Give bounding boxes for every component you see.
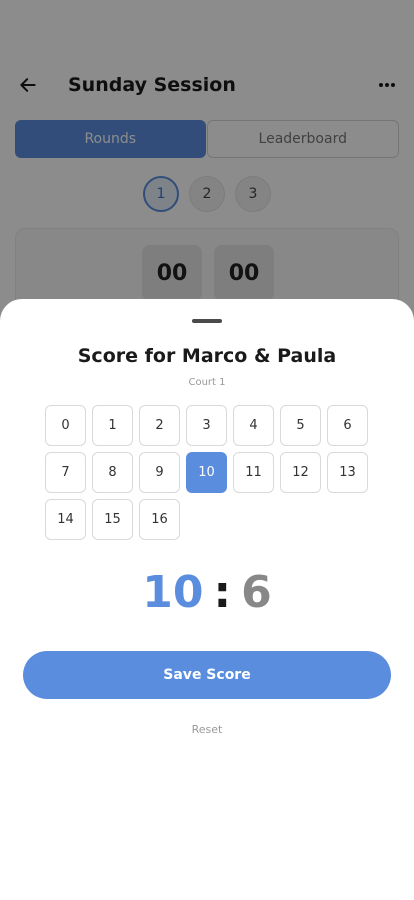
sheet-title: Score for Marco & Paula	[77, 345, 337, 367]
score-option-12[interactable]: 12	[280, 452, 321, 493]
score-option-7[interactable]: 7	[45, 452, 86, 493]
score-option-6[interactable]: 6	[327, 405, 368, 446]
reset-button[interactable]: Reset	[0, 723, 414, 736]
score-number-grid: 0 1 2 3 4 5 6 7 8 9 10 11 12 13 14 15 16	[45, 405, 371, 540]
score-option-9[interactable]: 9	[139, 452, 180, 493]
score-option-8[interactable]: 8	[92, 452, 133, 493]
score-option-0[interactable]: 0	[45, 405, 86, 446]
score-option-4[interactable]: 4	[233, 405, 274, 446]
score-option-10[interactable]: 10	[186, 452, 227, 493]
score-team-b: 6	[241, 567, 272, 618]
score-option-15[interactable]: 15	[92, 499, 133, 540]
score-separator: :	[213, 567, 232, 618]
score-option-5[interactable]: 5	[280, 405, 321, 446]
score-option-2[interactable]: 2	[139, 405, 180, 446]
drag-handle[interactable]	[192, 319, 222, 323]
score-sheet: Score for Marco & Paula Court 1 0 1 2 3 …	[0, 299, 414, 900]
score-option-11[interactable]: 11	[233, 452, 274, 493]
score-team-a: 10	[142, 567, 204, 618]
score-option-14[interactable]: 14	[45, 499, 86, 540]
score-option-16[interactable]: 16	[139, 499, 180, 540]
court-label: Court 1	[188, 377, 226, 388]
save-score-button[interactable]: Save Score	[23, 651, 391, 699]
score-display: 10 : 6	[0, 567, 414, 618]
score-option-1[interactable]: 1	[92, 405, 133, 446]
score-option-3[interactable]: 3	[186, 405, 227, 446]
score-option-13[interactable]: 13	[327, 452, 368, 493]
